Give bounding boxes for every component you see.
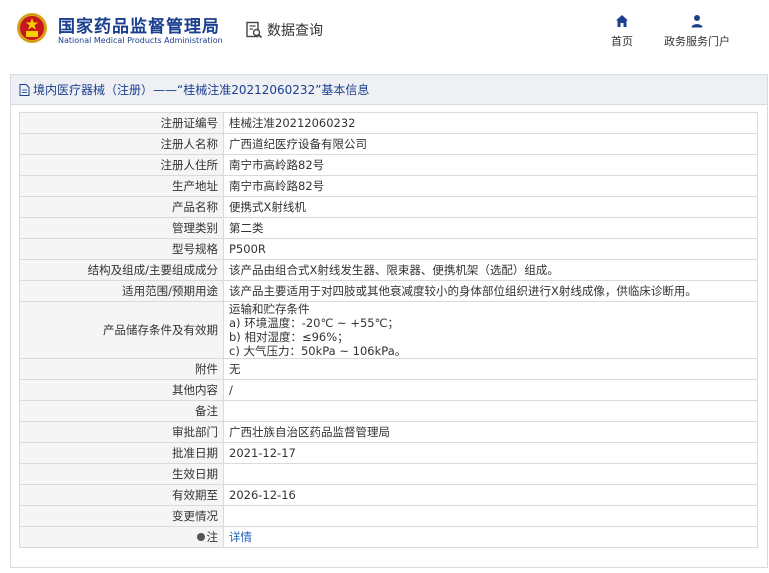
- note-label-cell: 注: [19, 526, 224, 548]
- nav-home[interactable]: 首页: [606, 14, 638, 49]
- storage-conditions: 运输和贮存条件 a) 环境温度：-20℃ ~ +55℃； b) 相对湿度：≤96…: [223, 301, 758, 359]
- table-row: 产品名称 便携式X射线机: [19, 196, 758, 218]
- field-value: 无: [223, 358, 758, 380]
- field-value: 南宁市高岭路82号: [223, 154, 758, 176]
- table-row: 产品储存条件及有效期 运输和贮存条件 a) 环境温度：-20℃ ~ +55℃； …: [19, 301, 758, 359]
- field-label: 适用范围/预期用途: [19, 280, 224, 302]
- field-label: 批准日期: [19, 442, 224, 464]
- info-card: 境内医疗器械（注册）——“桂械注准20212060232”基本信息 注册证编号 …: [10, 74, 768, 568]
- field-label: 管理类别: [19, 217, 224, 239]
- field-value: P500R: [223, 238, 758, 260]
- field-value: 该产品主要适用于对四肢或其他衰减度较小的身体部位组织进行X射线成像，供临床诊断用…: [223, 280, 758, 302]
- field-value: 广西壮族自治区药品监督管理局: [223, 421, 758, 443]
- field-label: 产品名称: [19, 196, 224, 218]
- info-table: 注册证编号 桂械注准20212060232 注册人名称 广西道纪医疗设备有限公司…: [19, 112, 758, 548]
- nav-portal-label: 政务服务门户: [664, 35, 730, 48]
- bullet-icon: [196, 533, 205, 541]
- field-value: 南宁市高岭路82号: [223, 175, 758, 197]
- field-value: /: [223, 379, 758, 401]
- storage-line: a) 环境温度：-20℃ ~ +55℃；: [229, 316, 400, 330]
- table-row: 附件 无: [19, 358, 758, 380]
- search-document-icon: [246, 21, 263, 39]
- table-row: 型号规格 P500R: [19, 238, 758, 260]
- home-icon: [616, 15, 628, 27]
- table-row: 变更情况: [19, 505, 758, 527]
- table-row: 生效日期: [19, 463, 758, 485]
- note-label: 注: [206, 530, 219, 544]
- table-row: 管理类别 第二类: [19, 217, 758, 239]
- details-link[interactable]: 详情: [229, 530, 252, 544]
- table-row: 注册证编号 桂械注准20212060232: [19, 112, 758, 134]
- field-label: 附件: [19, 358, 224, 380]
- field-label: 生效日期: [19, 463, 224, 485]
- field-label: 结构及组成/主要组成成分: [19, 259, 224, 281]
- user-icon: [691, 15, 703, 28]
- national-emblem-icon[interactable]: [16, 12, 48, 44]
- storage-line: c) 大气压力：50kPa ~ 106kPa。: [229, 344, 407, 358]
- field-value: 广西道纪医疗设备有限公司: [223, 133, 758, 155]
- table-row: 备注: [19, 400, 758, 422]
- table-row: 其他内容 /: [19, 379, 758, 401]
- note-key: 注: [196, 529, 219, 545]
- field-value: [223, 505, 758, 527]
- field-value: 2026-12-16: [223, 484, 758, 506]
- table-row: 注册人住所 南宁市高岭路82号: [19, 154, 758, 176]
- data-query-label: 数据查询: [267, 23, 323, 39]
- table-row: 批准日期 2021-12-17: [19, 442, 758, 464]
- field-value: 便携式X射线机: [223, 196, 758, 218]
- site-header: 国家药品监督管理局 National Medical Products Admi…: [0, 0, 769, 60]
- document-icon: [19, 83, 30, 96]
- storage-line: 运输和贮存条件: [229, 302, 310, 316]
- field-label: 产品储存条件及有效期: [19, 301, 224, 359]
- field-label: 型号规格: [19, 238, 224, 260]
- table-row: 有效期至 2026-12-16: [19, 484, 758, 506]
- nav-home-label: 首页: [611, 35, 633, 48]
- note-value-cell: 详情: [223, 526, 758, 548]
- field-value: 桂械注准20212060232: [223, 112, 758, 134]
- field-label: 有效期至: [19, 484, 224, 506]
- field-value: 该产品由组合式X射线发生器、限束器、便携机架（选配）组成。: [223, 259, 758, 281]
- table-row: 注 详情: [19, 526, 758, 548]
- field-label: 注册人名称: [19, 133, 224, 155]
- data-query-link[interactable]: 数据查询: [245, 19, 323, 41]
- site-name-cn[interactable]: 国家药品监督管理局: [58, 12, 220, 37]
- field-label: 备注: [19, 400, 224, 422]
- field-value: 第二类: [223, 217, 758, 239]
- field-label: 生产地址: [19, 175, 224, 197]
- card-title: 境内医疗器械（注册）——“桂械注准20212060232”基本信息: [33, 83, 370, 97]
- table-row: 注册人名称 广西道纪医疗设备有限公司: [19, 133, 758, 155]
- nav-portal[interactable]: 政务服务门户: [657, 14, 737, 49]
- field-value: [223, 400, 758, 422]
- site-name-en: National Medical Products Administration: [58, 36, 223, 45]
- storage-line: b) 相对湿度：≤96%；: [229, 330, 349, 344]
- field-label: 审批部门: [19, 421, 224, 443]
- field-label: 其他内容: [19, 379, 224, 401]
- field-label: 注册证编号: [19, 112, 224, 134]
- field-value: [223, 463, 758, 485]
- card-title-bar: 境内医疗器械（注册）——“桂械注准20212060232”基本信息: [11, 75, 767, 105]
- table-row: 结构及组成/主要组成成分 该产品由组合式X射线发生器、限束器、便携机架（选配）组…: [19, 259, 758, 281]
- table-row: 审批部门 广西壮族自治区药品监督管理局: [19, 421, 758, 443]
- field-label: 变更情况: [19, 505, 224, 527]
- field-label: 注册人住所: [19, 154, 224, 176]
- table-row: 适用范围/预期用途 该产品主要适用于对四肢或其他衰减度较小的身体部位组织进行X射…: [19, 280, 758, 302]
- table-row: 生产地址 南宁市高岭路82号: [19, 175, 758, 197]
- field-value: 2021-12-17: [223, 442, 758, 464]
